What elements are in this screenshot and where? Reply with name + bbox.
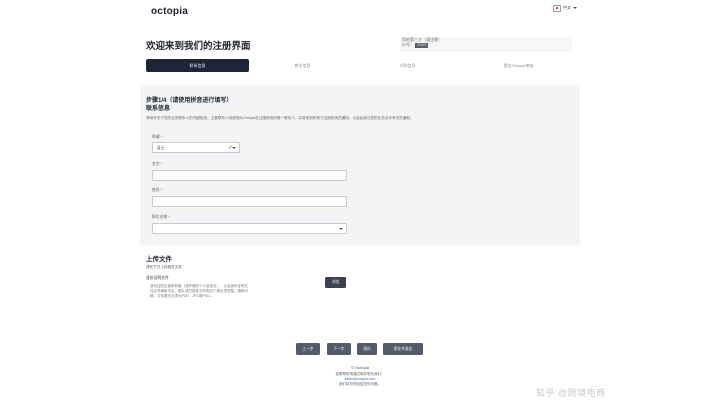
save-and-exit-button[interactable]: 保存并退出	[383, 343, 423, 355]
footer: © Octopia 如需帮助请通过邮件联系我们： seller@octopia.…	[270, 365, 450, 388]
contact-panel	[140, 85, 580, 245]
support-email-link[interactable]: seller@octopia.com	[345, 377, 376, 381]
previous-button[interactable]: 上一步	[296, 343, 320, 355]
info-id-prefix: ID号：	[402, 42, 414, 47]
contact-heading: 联系信息	[146, 106, 171, 112]
last-name-label: 姓氏 *	[152, 188, 163, 192]
salutation-value: 女士	[157, 146, 165, 150]
upload-description: 请在下方上传相关文件	[146, 265, 182, 269]
step-contact-info[interactable]: 联系信息	[146, 59, 249, 72]
info-id-line: ID号： XXXX	[400, 42, 572, 48]
id-document-label: 身份证明文件	[146, 276, 169, 280]
chevron-down-icon	[339, 228, 343, 230]
job-title-select[interactable]	[152, 223, 347, 234]
watermark: 知乎 @跨境电商	[536, 388, 606, 398]
page-title: 欢迎来到我们的注册界面	[146, 41, 251, 52]
salutation-label: 称谓 *	[152, 135, 163, 139]
info-id-code: XXXX	[415, 43, 429, 48]
salutation-select[interactable]: 女士 ✓	[152, 142, 240, 153]
id-document-instructions: 身份证的正面和背面（或护照的个人信息页），以及身份证明文件必须清晰可见，照片或扫…	[150, 284, 248, 299]
browse-button[interactable]: 浏览	[325, 277, 346, 288]
action-bar: 上一步 下一步 保存 保存并退出	[0, 343, 720, 355]
chevron-down-icon	[232, 147, 236, 149]
language-label: 中文	[563, 5, 571, 10]
footer-line: 我们将尽快回复您的问题。	[339, 382, 381, 387]
footer-title: © Octopia	[351, 365, 369, 370]
last-name-input[interactable]	[152, 196, 347, 207]
top-bar: octopia 中文	[0, 0, 720, 24]
step-tabs: 联系信息 商业信息 付款信息 提交Octopia审核	[146, 59, 576, 72]
upload-heading: 上传文件	[146, 256, 172, 263]
language-selector[interactable]: 中文	[553, 4, 577, 12]
first-name-input[interactable]	[152, 170, 347, 181]
japan-flag-icon	[553, 4, 561, 12]
chevron-down-icon	[573, 7, 577, 9]
step-payment-info[interactable]: 付款信息	[356, 59, 459, 72]
job-title-label: 职位名称 *	[152, 215, 170, 219]
step-business-info[interactable]: 商业信息	[251, 59, 354, 72]
octopia-logo[interactable]: octopia	[151, 6, 188, 17]
step-submit-review[interactable]: 提交Octopia审核	[461, 59, 576, 72]
save-button[interactable]: 保存	[357, 343, 377, 355]
next-button[interactable]: 下一步	[327, 343, 351, 355]
contact-description: 请填写关于您的业务联系人的详细信息。主要联系人将被视为Octopia在注册阶段的…	[146, 116, 414, 120]
first-name-label: 名字 *	[152, 162, 163, 166]
seller-info-box: 您的第三方（请注意） ID号： XXXX	[400, 37, 572, 52]
